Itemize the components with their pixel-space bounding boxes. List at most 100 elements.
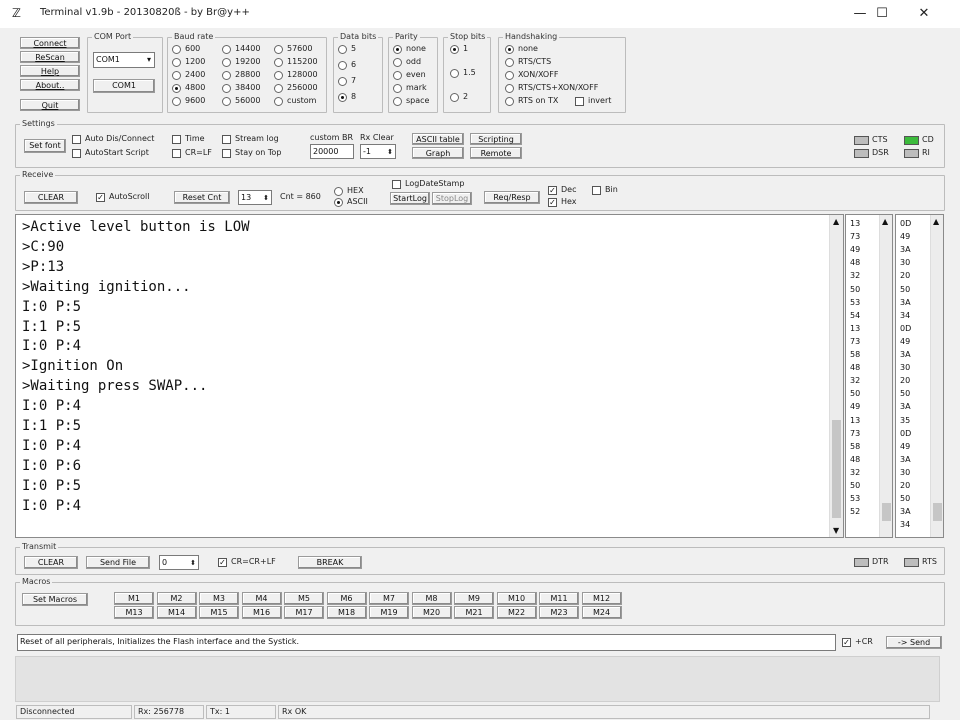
baud-radio[interactable] bbox=[172, 71, 181, 80]
macro-button[interactable]: M7 bbox=[369, 592, 409, 605]
hex-scrollbar[interactable]: ▲ bbox=[930, 215, 943, 537]
quit-button[interactable]: Quit bbox=[20, 99, 80, 111]
macro-button[interactable]: M21 bbox=[454, 606, 494, 619]
macro-button[interactable]: M6 bbox=[326, 592, 367, 605]
scroll-up-icon[interactable]: ▲ bbox=[882, 217, 888, 226]
data-bits-radio[interactable] bbox=[338, 45, 347, 54]
baud-radio[interactable] bbox=[222, 71, 231, 80]
macro-button[interactable]: M22 bbox=[496, 606, 537, 619]
macro-button[interactable]: M2 bbox=[156, 592, 197, 605]
autoscroll-checkbox[interactable]: ✓ bbox=[96, 193, 105, 202]
scroll-thumb[interactable] bbox=[882, 503, 891, 521]
handshaking-radio[interactable] bbox=[505, 97, 514, 106]
macro-button[interactable]: M19 bbox=[369, 606, 409, 619]
dec-checkbox[interactable]: ✓ bbox=[548, 186, 557, 195]
parity-radio[interactable] bbox=[393, 71, 402, 80]
baud-radio[interactable] bbox=[172, 45, 181, 54]
baud-radio[interactable] bbox=[172, 97, 181, 106]
macro-button[interactable]: M14 bbox=[156, 606, 197, 619]
com-port-button[interactable]: COM1 bbox=[93, 79, 155, 93]
scroll-up-icon[interactable]: ▲ bbox=[933, 217, 939, 226]
macro-button[interactable]: M16 bbox=[241, 606, 282, 619]
cnt-input[interactable]: 13 ⬍ bbox=[238, 190, 272, 205]
spinner-icon[interactable]: ⬍ bbox=[387, 145, 393, 158]
data-bits-radio[interactable] bbox=[338, 61, 347, 70]
scroll-down-icon[interactable]: ▼ bbox=[833, 526, 839, 535]
break-button[interactable]: BREAK bbox=[298, 556, 362, 569]
macro-button[interactable]: M4 bbox=[241, 592, 282, 605]
com-port-select[interactable]: COM1 ▾ bbox=[93, 52, 155, 68]
rx-clear-input[interactable]: -1 ⬍ bbox=[360, 144, 396, 159]
about-button[interactable]: About.. bbox=[20, 79, 80, 91]
macro-button[interactable]: M11 bbox=[539, 592, 579, 605]
handshaking-radio[interactable] bbox=[505, 71, 514, 80]
set-macros-button[interactable]: Set Macros bbox=[22, 593, 88, 606]
transmit-clear-button[interactable]: CLEAR bbox=[24, 556, 78, 569]
baud-radio[interactable] bbox=[172, 84, 181, 93]
connect-button[interactable]: Connect bbox=[20, 37, 80, 49]
scripting-button[interactable]: Scripting bbox=[470, 133, 522, 145]
terminal-scrollbar[interactable]: ▲ ▼ bbox=[829, 215, 843, 537]
parity-radio[interactable] bbox=[393, 97, 402, 106]
parity-radio[interactable] bbox=[393, 45, 402, 54]
help-button[interactable]: Help bbox=[20, 65, 80, 77]
macro-button[interactable]: M1 bbox=[114, 592, 154, 605]
baud-radio[interactable] bbox=[274, 71, 283, 80]
handshaking-radio[interactable] bbox=[505, 84, 514, 93]
cr-checkbox[interactable]: ✓ bbox=[842, 638, 851, 647]
macro-button[interactable]: M18 bbox=[326, 606, 367, 619]
rescan-button[interactable]: ReScan bbox=[20, 51, 80, 63]
parity-radio[interactable] bbox=[393, 58, 402, 67]
logdatestamp-checkbox[interactable] bbox=[392, 180, 401, 189]
macro-button[interactable]: M24 bbox=[581, 606, 622, 619]
hex-radio[interactable] bbox=[334, 187, 343, 196]
reset-cnt-button[interactable]: Reset Cnt bbox=[174, 191, 230, 204]
remote-button[interactable]: Remote bbox=[470, 147, 522, 159]
dec-view[interactable]: 13 73 49 48 32 50 53 54 13 73 58 48 32 50 49 13 73 58 48 32… bbox=[845, 214, 893, 538]
baud-radio[interactable] bbox=[222, 58, 231, 67]
set-font-button[interactable]: Set font bbox=[24, 139, 66, 153]
data-bits-radio[interactable] bbox=[338, 77, 347, 86]
bin-checkbox[interactable] bbox=[592, 186, 601, 195]
send-input[interactable]: Reset of all peripherals, Initializes th… bbox=[17, 634, 836, 651]
transmit-history[interactable] bbox=[15, 656, 940, 702]
macro-button[interactable]: M9 bbox=[454, 592, 494, 605]
macro-button[interactable]: M15 bbox=[199, 606, 239, 619]
stop-bits-radio[interactable] bbox=[450, 45, 459, 54]
graph-button[interactable]: Graph bbox=[412, 147, 464, 159]
spinner-icon[interactable]: ⬍ bbox=[190, 556, 196, 569]
maximize-button[interactable]: ☐ bbox=[862, 0, 902, 28]
macro-button[interactable]: M8 bbox=[411, 592, 452, 605]
scroll-up-icon[interactable]: ▲ bbox=[833, 217, 839, 226]
cr-crlf-checkbox[interactable]: ✓ bbox=[218, 558, 227, 567]
invert-checkbox[interactable] bbox=[575, 97, 584, 106]
stop-bits-radio[interactable] bbox=[450, 69, 459, 78]
hex-view[interactable]: 0D 49 3A 30 20 50 3A 34 0D 49 3A 30 20 50 3A 35 0D 49 3A 30… bbox=[895, 214, 944, 538]
spinner-icon[interactable]: ⬍ bbox=[263, 191, 269, 204]
macro-button[interactable]: M12 bbox=[581, 592, 622, 605]
stop-bits-radio[interactable] bbox=[450, 93, 459, 102]
scroll-thumb[interactable] bbox=[933, 503, 942, 521]
scroll-thumb[interactable] bbox=[832, 420, 841, 518]
baud-radio[interactable] bbox=[274, 45, 283, 54]
parity-radio[interactable] bbox=[393, 84, 402, 93]
macro-button[interactable]: M3 bbox=[199, 592, 239, 605]
receive-terminal[interactable]: >Active level button is LOW >C:90 >P:13 >Wa… bbox=[15, 214, 844, 538]
settings-checkbox[interactable] bbox=[72, 149, 81, 158]
data-bits-radio[interactable] bbox=[338, 93, 347, 102]
settings-checkbox[interactable] bbox=[172, 149, 181, 158]
send-counter-input[interactable]: 0 ⬍ bbox=[159, 555, 199, 570]
settings-checkbox[interactable] bbox=[222, 149, 231, 158]
macro-button[interactable]: M17 bbox=[284, 606, 324, 619]
baud-radio[interactable] bbox=[222, 97, 231, 106]
macro-button[interactable]: M23 bbox=[539, 606, 579, 619]
baud-radio[interactable] bbox=[274, 97, 283, 106]
ascii-radio[interactable] bbox=[334, 198, 343, 207]
baud-radio[interactable] bbox=[172, 58, 181, 67]
baud-radio[interactable] bbox=[222, 84, 231, 93]
macro-button[interactable]: M13 bbox=[114, 606, 154, 619]
settings-checkbox[interactable] bbox=[172, 135, 181, 144]
macro-button[interactable]: M10 bbox=[496, 592, 537, 605]
handshaking-radio[interactable] bbox=[505, 45, 514, 54]
macro-button[interactable]: M5 bbox=[284, 592, 324, 605]
